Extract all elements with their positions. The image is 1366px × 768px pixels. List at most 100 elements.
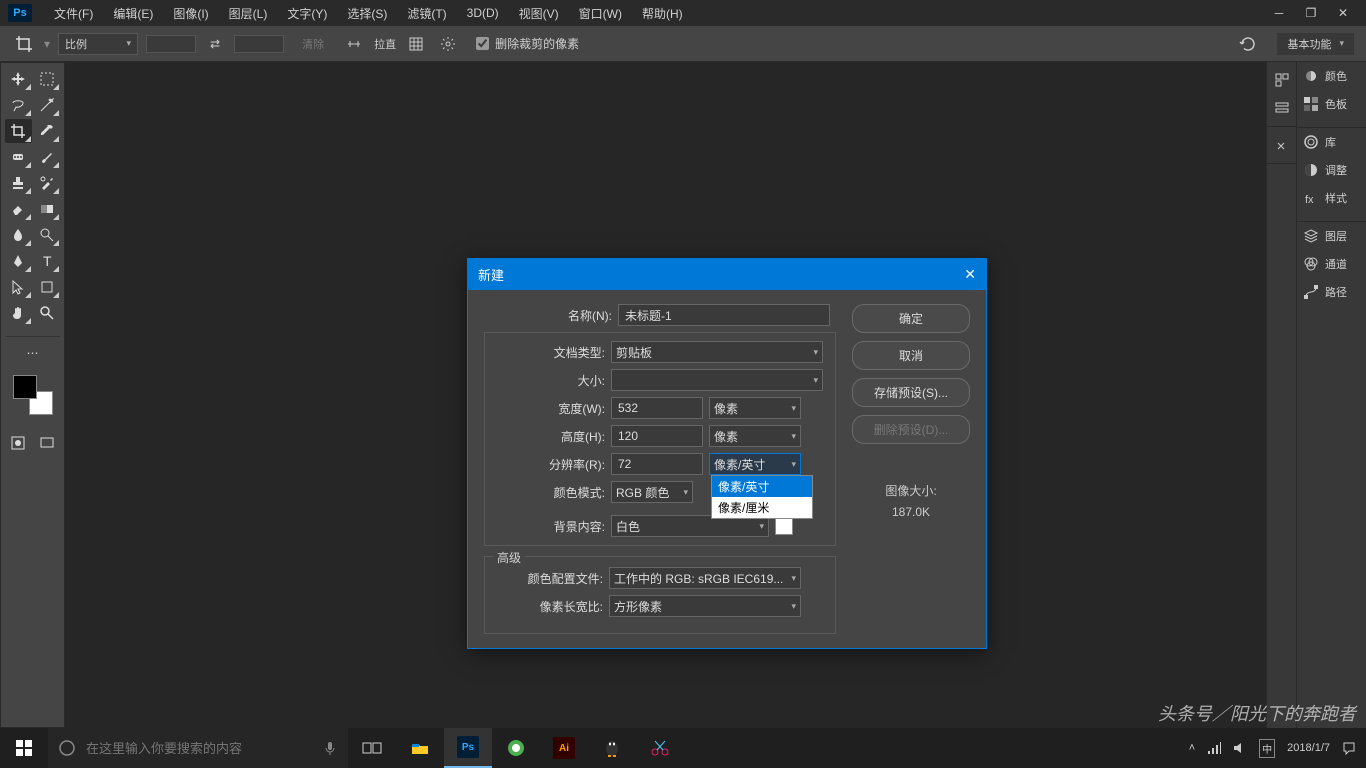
mode-dropdown[interactable]: RGB 颜色▾ [611,481,693,503]
name-input[interactable] [618,304,830,326]
quickmask-icon[interactable] [5,431,32,455]
type-tool[interactable]: T [34,249,61,273]
taskview-icon[interactable] [348,728,396,768]
panel-channels[interactable]: 通道 [1297,250,1366,278]
path-select-tool[interactable] [5,275,32,299]
resolution-input[interactable] [611,453,703,475]
panel-paths[interactable]: 路径 [1297,278,1366,306]
resolution-unit-dropdown[interactable]: 像素/英寸▾ [709,453,801,475]
menu-help[interactable]: 帮助(H) [632,1,693,26]
dock-properties-icon[interactable] [1267,94,1296,122]
menu-file[interactable]: 文件(F) [44,1,103,26]
stamp-tool[interactable] [5,171,32,195]
ok-button[interactable]: 确定 [852,304,970,333]
tray-notification-icon[interactable] [1342,741,1356,755]
menu-filter[interactable]: 滤镜(T) [397,1,456,26]
workspace-dropdown[interactable]: 基本功能▾ [1277,33,1354,55]
preset-dropdown[interactable]: 剪贴板▾ [611,341,823,363]
panel-color[interactable]: 颜色 [1297,62,1366,90]
aspect-dropdown[interactable]: 方形像素▾ [609,595,801,617]
start-button[interactable] [0,728,48,768]
save-preset-button[interactable]: 存储预设(S)... [852,378,970,407]
dialog-titlebar[interactable]: 新建 ✕ [468,259,986,290]
panel-styles[interactable]: fx样式 [1297,184,1366,212]
shape-tool[interactable] [34,275,61,299]
gradient-tool[interactable] [34,197,61,221]
panel-libraries[interactable]: 库 [1297,128,1366,156]
color-swatch[interactable] [13,375,53,415]
reset-icon[interactable] [1239,35,1257,53]
eraser-tool[interactable] [5,197,32,221]
qq-app[interactable] [588,728,636,768]
panel-layers[interactable]: 图层 [1297,222,1366,250]
menu-image[interactable]: 图像(I) [163,1,218,26]
swap-icon[interactable]: ⇄ [204,37,226,51]
move-tool[interactable] [5,67,32,91]
tray-ime-icon[interactable]: 中 [1259,739,1275,758]
mic-icon[interactable] [322,740,338,756]
eyedropper-tool[interactable] [34,119,61,143]
dock-history-icon[interactable] [1267,66,1296,94]
menu-layer[interactable]: 图层(L) [219,1,278,26]
tray-date[interactable]: 2018/1/7 [1287,742,1330,754]
edit-toolbar[interactable]: ⋯ [19,341,47,365]
width-input[interactable] [611,397,703,419]
heal-tool[interactable] [5,145,32,169]
height-unit-dropdown[interactable]: 像素▾ [709,425,801,447]
profile-dropdown[interactable]: 工作中的 RGB: sRGB IEC619...▾ [609,567,801,589]
browser-app[interactable] [492,728,540,768]
hand-tool[interactable] [5,301,32,325]
crop-tool[interactable] [5,119,32,143]
lasso-tool[interactable] [5,93,32,117]
blur-tool[interactable] [5,223,32,247]
brush-tool[interactable] [34,145,61,169]
grid-overlay-icon[interactable] [404,32,428,56]
snip-app[interactable] [636,728,684,768]
bg-color-swatch[interactable] [775,517,793,535]
delete-cropped-checkbox[interactable]: 删除裁剪的像素 [476,35,579,52]
tray-network-icon[interactable] [1207,741,1221,755]
height-input[interactable] [611,425,703,447]
dock-character-icon[interactable] [1267,131,1296,159]
screenmode-icon[interactable] [34,431,61,455]
marquee-tool[interactable] [34,67,61,91]
explorer-app[interactable] [396,728,444,768]
taskbar-search[interactable] [48,728,348,768]
delete-preset-button[interactable]: 删除预设(D)... [852,415,970,444]
dropdown-option[interactable]: 像素/英寸 [712,476,812,497]
gear-icon[interactable] [436,32,460,56]
cancel-button[interactable]: 取消 [852,341,970,370]
clear-button[interactable]: 清除 [292,33,334,55]
menu-window[interactable]: 窗口(W) [569,1,632,26]
panel-adjustments[interactable]: 调整 [1297,156,1366,184]
ratio-dropdown[interactable]: 比例▾ [58,33,138,55]
minimize-icon[interactable]: ─ [1272,6,1286,20]
zoom-tool[interactable] [34,301,61,325]
width-unit-dropdown[interactable]: 像素▾ [709,397,801,419]
size-dropdown[interactable]: ▾ [611,369,823,391]
menu-3d[interactable]: 3D(D) [457,2,509,24]
magic-wand-tool[interactable] [34,93,61,117]
tray-volume-icon[interactable] [1233,741,1247,755]
menu-select[interactable]: 选择(S) [337,1,397,26]
menu-type[interactable]: 文字(Y) [277,1,337,26]
dodge-tool[interactable] [34,223,61,247]
ratio-h-input[interactable] [234,35,284,53]
foreground-color[interactable] [13,375,37,399]
crop-tool-icon[interactable] [12,32,36,56]
dropdown-option[interactable]: 像素/厘米 [712,497,812,518]
maximize-icon[interactable]: ❐ [1304,6,1318,20]
photoshop-app[interactable]: Ps [444,728,492,768]
close-icon[interactable]: ✕ [1336,6,1350,20]
menu-edit[interactable]: 编辑(E) [103,1,163,26]
straighten-icon[interactable] [342,32,366,56]
history-brush-tool[interactable] [34,171,61,195]
ratio-w-input[interactable] [146,35,196,53]
panel-swatches[interactable]: 色板 [1297,90,1366,118]
illustrator-app[interactable]: Ai [540,728,588,768]
menu-view[interactable]: 视图(V) [509,1,569,26]
dialog-close-icon[interactable]: ✕ [964,266,976,283]
tray-chevron-icon[interactable]: ˄ [1189,742,1195,754]
pen-tool[interactable] [5,249,32,273]
search-input[interactable] [86,741,312,756]
